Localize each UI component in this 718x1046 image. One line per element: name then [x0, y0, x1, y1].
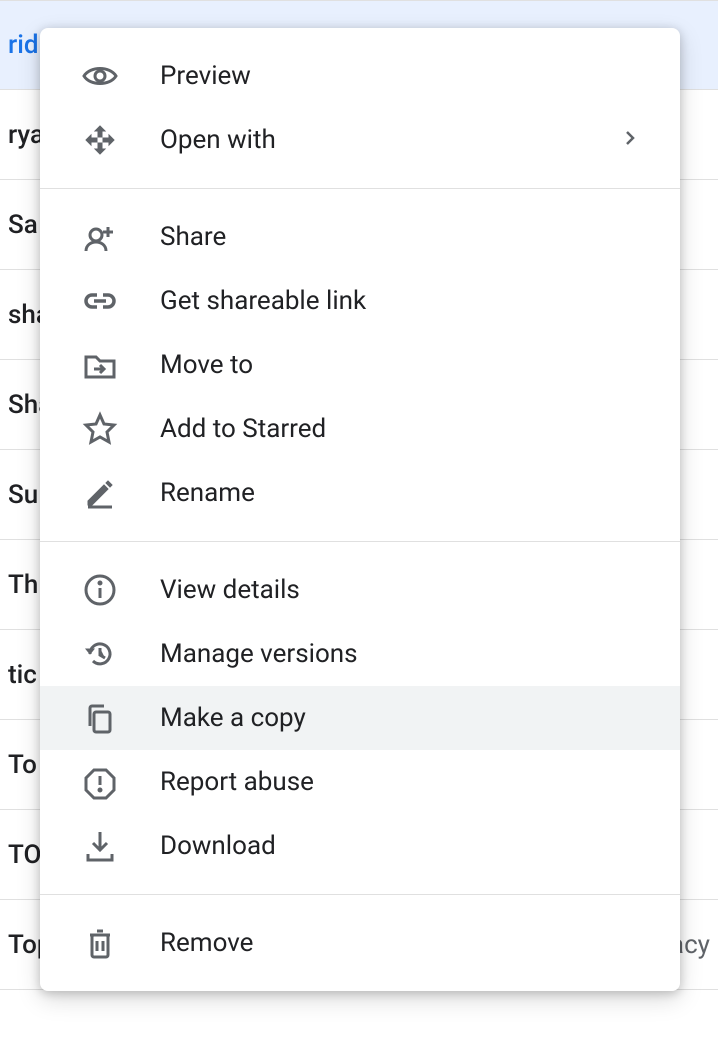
file-name: rid — [8, 30, 38, 60]
copy-icon — [80, 698, 160, 738]
menu-open-with[interactable]: Open with — [40, 108, 680, 172]
openwith-icon — [80, 120, 160, 160]
file-name: TO — [8, 840, 41, 870]
menu-share[interactable]: Share — [40, 205, 680, 269]
menu-download[interactable]: Download — [40, 814, 680, 878]
menu-item-label: Get shareable link — [160, 286, 640, 316]
link-icon — [80, 281, 160, 321]
moveto-icon — [80, 345, 160, 385]
rename-icon — [80, 473, 160, 513]
menu-item-label: Report abuse — [160, 767, 640, 797]
menu-item-label: Download — [160, 831, 640, 861]
report-icon — [80, 762, 160, 802]
menu-item-label: Open with — [160, 125, 620, 155]
menu-preview[interactable]: Preview — [40, 44, 680, 108]
menu-divider — [40, 894, 680, 895]
menu-manage-versions[interactable]: Manage versions — [40, 622, 680, 686]
context-menu: Preview Open with Share Get shareable link M… — [40, 28, 680, 991]
menu-item-label: Rename — [160, 478, 640, 508]
menu-item-label: View details — [160, 575, 640, 605]
menu-item-label: Move to — [160, 350, 640, 380]
menu-item-label: Remove — [160, 928, 640, 958]
download-icon — [80, 826, 160, 866]
file-name: Sa — [8, 210, 38, 240]
file-name: rya — [8, 120, 44, 150]
menu-make-copy[interactable]: Make a copy — [40, 686, 680, 750]
menu-item-label: Make a copy — [160, 703, 640, 733]
menu-item-label: Add to Starred — [160, 414, 640, 444]
chevron-right-icon — [620, 125, 640, 155]
file-name: Th — [8, 570, 38, 600]
versions-icon — [80, 634, 160, 674]
menu-report-abuse[interactable]: Report abuse — [40, 750, 680, 814]
star-icon — [80, 409, 160, 449]
menu-item-label: Manage versions — [160, 639, 640, 669]
menu-divider — [40, 188, 680, 189]
menu-get-link[interactable]: Get shareable link — [40, 269, 680, 333]
menu-item-label: Share — [160, 222, 640, 252]
menu-add-starred[interactable]: Add to Starred — [40, 397, 680, 461]
file-name: Su — [8, 480, 38, 510]
file-name: tic — [8, 660, 37, 690]
menu-move-to[interactable]: Move to — [40, 333, 680, 397]
file-name: To — [8, 750, 37, 780]
menu-remove[interactable]: Remove — [40, 911, 680, 975]
menu-view-details[interactable]: View details — [40, 558, 680, 622]
remove-icon — [80, 923, 160, 963]
details-icon — [80, 570, 160, 610]
menu-item-label: Preview — [160, 61, 640, 91]
preview-icon — [80, 56, 160, 96]
share-icon — [80, 217, 160, 257]
menu-rename[interactable]: Rename — [40, 461, 680, 525]
menu-divider — [40, 541, 680, 542]
